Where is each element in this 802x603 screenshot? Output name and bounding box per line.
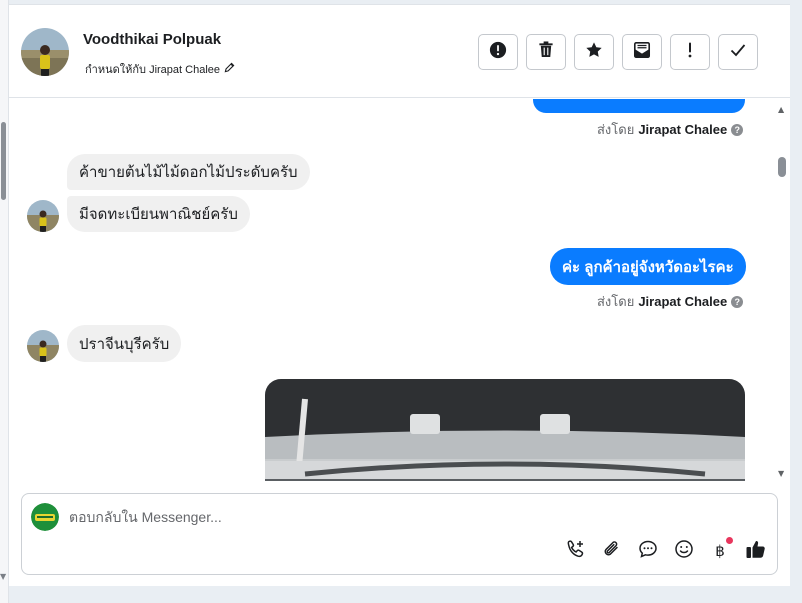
message-thread[interactable]: ส่งโดย Jirapat Chalee ? ค้าขายต้นไม้ไม้ด… bbox=[9, 99, 790, 481]
image-attachment[interactable] bbox=[265, 379, 745, 481]
like-button[interactable] bbox=[745, 540, 767, 562]
message-bubble-incoming[interactable]: มีจดทะเบียนพาณิชย์ครับ bbox=[67, 196, 250, 232]
left-scrollbar[interactable]: ▼ bbox=[0, 0, 9, 603]
delete-button[interactable] bbox=[526, 34, 566, 70]
saved-replies-button[interactable] bbox=[637, 540, 659, 562]
message-bubble-outgoing[interactable] bbox=[533, 99, 745, 113]
reply-input[interactable] bbox=[69, 506, 669, 528]
message-bubble-outgoing[interactable]: ค่ะ ลูกค้าอยู่จังหวัดอะไรคะ bbox=[550, 248, 746, 285]
scroll-down-arrow[interactable]: ▼ bbox=[778, 469, 784, 478]
contact-avatar-small[interactable] bbox=[27, 200, 59, 232]
scroll-up-arrow[interactable]: ▲ bbox=[778, 105, 784, 114]
assigned-to[interactable]: กำหนดให้กับ Jirapat Chalee bbox=[85, 60, 235, 78]
spam-button[interactable] bbox=[478, 34, 518, 70]
alert-circle-icon bbox=[489, 41, 507, 64]
payment-button[interactable]: ฿ bbox=[709, 537, 733, 562]
page-avatar bbox=[31, 503, 59, 531]
pencil-icon[interactable] bbox=[224, 62, 235, 76]
notification-dot bbox=[726, 537, 733, 544]
conversation-header: Voodthikai Polpuak กำหนดให้กับ Jirapat C… bbox=[9, 5, 790, 98]
contact-name: Voodthikai Polpuak bbox=[83, 31, 222, 48]
sent-by-label: ส่งโดย Jirapat Chalee ? bbox=[597, 291, 744, 312]
help-icon[interactable]: ? bbox=[731, 123, 744, 136]
paperclip-icon bbox=[602, 539, 622, 564]
message-bubble-incoming[interactable]: ปราจีนบุรีครับ bbox=[67, 325, 182, 362]
contact-avatar-small[interactable] bbox=[27, 330, 59, 362]
left-scrollbar-thumb[interactable] bbox=[1, 122, 6, 200]
call-button[interactable] bbox=[565, 539, 587, 564]
smiley-icon bbox=[674, 539, 694, 564]
envelope-icon bbox=[633, 41, 651, 64]
sent-by-label: ส่งโดย Jirapat Chalee ? bbox=[597, 119, 744, 140]
mark-unread-button[interactable] bbox=[622, 34, 662, 70]
left-scroll-down-arrow[interactable]: ▼ bbox=[0, 572, 6, 581]
trash-icon bbox=[538, 41, 554, 63]
baht-icon: ฿ bbox=[715, 542, 725, 560]
check-icon bbox=[730, 43, 746, 62]
scrollbar-thumb[interactable] bbox=[778, 157, 786, 177]
star-icon bbox=[585, 41, 603, 64]
exclamation-icon bbox=[687, 42, 693, 63]
reply-composer: ฿ bbox=[21, 493, 778, 575]
message-bubble-incoming[interactable]: ค้าขายต้นไม้ไม้ดอกไม้ประดับครับ bbox=[67, 154, 310, 190]
assigned-label: กำหนดให้กับ Jirapat Chalee bbox=[85, 64, 221, 76]
thread-scrollbar[interactable]: ▲ ▼ bbox=[775, 99, 789, 481]
done-button[interactable] bbox=[718, 34, 758, 70]
attach-button[interactable] bbox=[601, 540, 623, 562]
emoji-button[interactable] bbox=[673, 539, 695, 564]
phone-plus-icon bbox=[566, 539, 586, 564]
contact-avatar[interactable] bbox=[21, 28, 69, 76]
thumbs-up-icon bbox=[745, 538, 767, 565]
header-toolbar bbox=[478, 34, 758, 70]
composer-toolbar: ฿ bbox=[565, 537, 767, 564]
chat-bubble-icon bbox=[638, 539, 658, 564]
conversation-panel: Voodthikai Polpuak กำหนดให้กับ Jirapat C… bbox=[9, 4, 790, 586]
follow-up-button[interactable] bbox=[670, 34, 710, 70]
star-button[interactable] bbox=[574, 34, 614, 70]
help-icon[interactable]: ? bbox=[731, 295, 744, 308]
